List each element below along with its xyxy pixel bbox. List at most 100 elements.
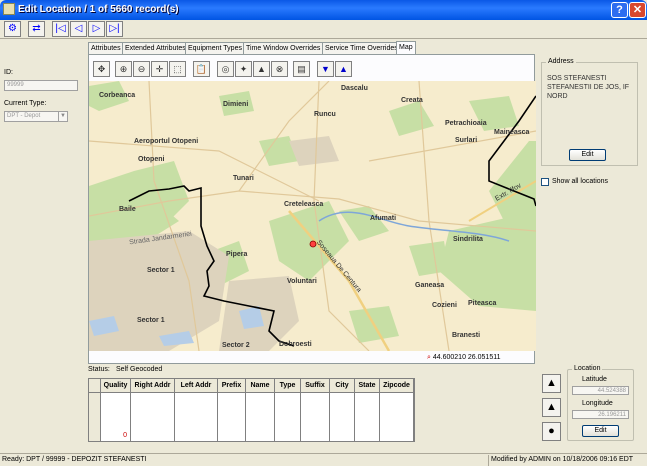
status-bar-right: Modified by ADMIN on 10/18/2006 09:16 ED… — [491, 456, 634, 463]
grid-cell[interactable] — [218, 393, 246, 441]
road-up-button[interactable]: ▲ — [542, 374, 561, 393]
tab-service-time-overrides[interactable]: Service Time Overrides — [322, 42, 401, 54]
column-header[interactable]: Name — [246, 379, 275, 393]
column-header[interactable]: Suffix — [301, 379, 330, 393]
map-label: Corbeanca — [99, 92, 136, 99]
location-group-title: Location — [572, 365, 603, 372]
tab-map[interactable]: Map — [396, 41, 416, 55]
location-edit-button[interactable]: Edit — [582, 425, 619, 437]
network-button[interactable]: ⚙ — [4, 21, 21, 37]
column-header[interactable]: State — [355, 379, 380, 393]
tab-equipment-types[interactable]: Equipment Types — [185, 42, 245, 54]
longitude-field[interactable]: 26.196211 — [572, 410, 629, 419]
type-select[interactable]: DPT - Depot ▼ — [4, 111, 68, 122]
map-label: Piteasca — [468, 300, 497, 307]
grid-cell[interactable] — [380, 393, 414, 441]
road-down-button[interactable]: ▲ — [542, 398, 561, 417]
arrow-down-button[interactable]: ▼ — [317, 61, 334, 77]
tab-attributes[interactable]: Attributes — [88, 42, 124, 54]
coordinates-icon: ⌕ — [427, 354, 431, 361]
clipboard-button[interactable]: 📋 — [193, 61, 210, 77]
grid-cell[interactable] — [301, 393, 330, 441]
route-button[interactable]: ◎ — [217, 61, 234, 77]
first-record-button[interactable]: |◁ — [52, 21, 69, 37]
address-group-title: Address — [546, 58, 576, 65]
map-label: Ganeasa — [415, 282, 445, 289]
record-toolbar: ⚙ ⇄ |◁ ◁ ▷ ▷| — [0, 20, 647, 39]
grid-cell[interactable] — [246, 393, 275, 441]
column-header[interactable]: Quality — [101, 379, 131, 393]
map-label: Aeroportul Otopeni — [134, 138, 199, 145]
column-header[interactable]: City — [330, 379, 355, 393]
status-label: Status: — [88, 366, 110, 373]
grid-cell[interactable] — [275, 393, 301, 441]
map-label: Sindrilita — [453, 236, 483, 243]
column-header[interactable]: Prefix — [218, 379, 246, 393]
prev-record-button[interactable]: ◁ — [70, 21, 87, 37]
row-selector[interactable] — [89, 393, 101, 441]
quality-value: 0 — [123, 432, 127, 439]
crosshair-button[interactable]: ⊗ — [271, 61, 288, 77]
map-label: Surlari — [455, 137, 478, 144]
column-header[interactable]: Right Addr — [131, 379, 175, 393]
title-bar: Edit Location / 1 of 5660 record(s) ? ✕ — [0, 0, 647, 20]
map-label: Baile — [119, 206, 136, 213]
app-icon — [3, 3, 15, 15]
address-edit-button[interactable]: Edit — [569, 149, 606, 161]
locate-icon: ✦ — [239, 64, 248, 74]
network-icon: ⚙ — [8, 23, 17, 34]
grid-cell[interactable] — [355, 393, 380, 441]
zoom-out-icon: ⊖ — [137, 64, 146, 74]
last-record-button[interactable]: ▷| — [106, 21, 123, 37]
show-all-checkbox[interactable] — [541, 178, 549, 186]
latitude-field[interactable]: 44.524388 — [572, 386, 629, 395]
zoom-rect-icon: ⬚ — [173, 64, 182, 74]
road-button[interactable]: ▲ — [253, 61, 270, 77]
address-text: SOS STEFANESTI STEFANESTII DE JOS, IF NO… — [547, 75, 630, 100]
map-label: Dimieni — [223, 101, 249, 108]
column-header[interactable]: Type — [275, 379, 301, 393]
zoom-rect-button[interactable]: ⬚ — [169, 61, 186, 77]
print-button[interactable]: ▤ — [293, 61, 310, 77]
globe-button[interactable]: ● — [542, 422, 561, 441]
globe-icon: ● — [548, 425, 555, 437]
grid-cell[interactable] — [330, 393, 355, 441]
map-view[interactable]: Corbeanca Dimieni Dascalu Creata Runcu P… — [89, 81, 536, 351]
arrow-up-button[interactable]: ▲ — [335, 61, 352, 77]
map-label: Runcu — [314, 111, 336, 118]
map-label: Creata — [401, 97, 423, 104]
transfer-button[interactable]: ⇄ — [28, 21, 45, 37]
map-label: Cozieni — [432, 302, 457, 309]
help-button[interactable]: ? — [611, 2, 628, 18]
close-button[interactable]: ✕ — [629, 2, 646, 18]
road-icon: ▲ — [257, 64, 266, 74]
grid-cell[interactable] — [175, 393, 218, 441]
chevron-down-icon: ▼ — [58, 112, 67, 121]
road-icon: ▲ — [546, 377, 557, 389]
center-icon: ✛ — [155, 64, 164, 74]
prev-record-icon: ◁ — [74, 23, 83, 34]
print-icon: ▤ — [297, 64, 306, 74]
pan-button[interactable]: ✥ — [93, 61, 110, 77]
map-label: Dascalu — [341, 85, 368, 92]
grid-cell[interactable] — [131, 393, 175, 441]
zoom-in-button[interactable]: ⊕ — [115, 61, 132, 77]
map-label: Creteleasca — [284, 201, 324, 208]
last-record-icon: ▷| — [109, 23, 120, 34]
id-field[interactable]: 99999 — [4, 80, 78, 91]
next-record-button[interactable]: ▷ — [88, 21, 105, 37]
column-header[interactable]: Left Addr — [175, 379, 218, 393]
locate-button[interactable]: ✦ — [235, 61, 252, 77]
location-group: Location Latitude 44.524388 Longitude 26… — [567, 365, 634, 441]
map-coordinates: ⌕ 44.600210 26.051511 — [427, 352, 535, 363]
grid-cell[interactable]: 0 — [101, 393, 131, 441]
tab-time-window-overrides[interactable]: Time Window Overrides — [243, 42, 324, 54]
geocode-grid: Quality Right Addr Left Addr Prefix Name… — [88, 378, 415, 442]
status-bar: Ready: DPT / 99999 - DEPOZIT STEFANESTI … — [0, 453, 647, 466]
center-button[interactable]: ✛ — [151, 61, 168, 77]
column-header[interactable]: Zipcode — [380, 379, 414, 393]
type-value: DPT - Depot — [7, 113, 41, 119]
crosshair-icon: ⊗ — [275, 64, 284, 74]
tab-extended-attributes[interactable]: Extended Attributes — [122, 42, 189, 54]
zoom-out-button[interactable]: ⊖ — [133, 61, 150, 77]
